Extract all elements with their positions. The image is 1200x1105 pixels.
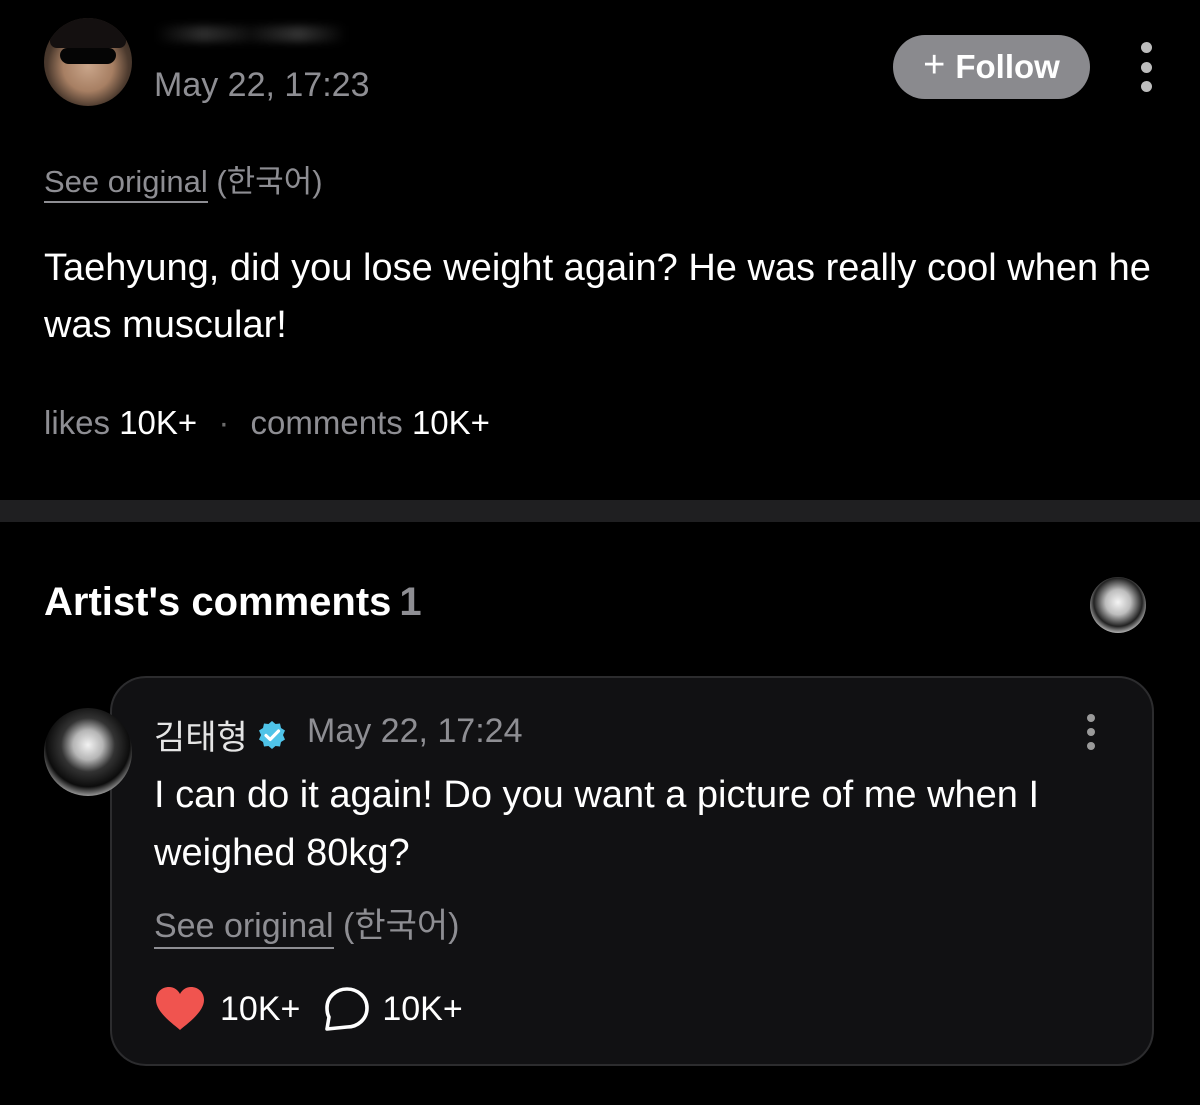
comment-author[interactable]: 김태형 <box>154 710 288 759</box>
original-language: (한국어) <box>216 164 323 199</box>
author-name-redacted <box>156 26 346 42</box>
post-more-vertical-icon[interactable] <box>1138 42 1154 92</box>
post-stats: likes 10K+ · comments 10K+ <box>44 404 490 442</box>
stats-separator: · <box>218 404 230 441</box>
plus-icon: + <box>923 43 946 86</box>
artist-comments-title: Artist's comments <box>44 580 392 624</box>
post-timestamp: May 22, 17:23 <box>154 66 370 104</box>
comment-actions: 10K+ 10K+ <box>154 986 463 1032</box>
comment-bubble-icon[interactable] <box>324 986 370 1032</box>
see-original-link[interactable]: See original <box>44 164 208 203</box>
avatar-hair <box>50 18 126 48</box>
comment-body-text: I can do it again! Do you want a picture… <box>154 774 1040 874</box>
artist-comments-count: 1 <box>399 580 422 624</box>
likes-count[interactable]: 10K+ <box>119 404 197 441</box>
comment-more-vertical-icon[interactable] <box>1084 714 1098 750</box>
comment-see-original: See original (한국어) <box>154 898 460 949</box>
follow-button[interactable]: + Follow <box>893 35 1090 99</box>
artist-comments-heading: Artist's comments 1 <box>44 580 422 625</box>
comment-like-count: 10K+ <box>220 989 301 1028</box>
follow-button-label: Follow <box>955 48 1060 85</box>
verified-badge-icon <box>258 720 285 749</box>
post-body-text: Taehyung, did you lose weight again? He … <box>44 247 1151 346</box>
see-original-link[interactable]: See original <box>154 907 334 949</box>
section-divider <box>0 500 1200 522</box>
post-author-avatar[interactable] <box>44 18 132 106</box>
avatar-sunglasses <box>60 48 116 64</box>
comment-author-avatar[interactable] <box>44 708 132 796</box>
likes-label: likes <box>44 404 111 441</box>
artist-mini-avatar[interactable] <box>1090 577 1146 633</box>
original-language: (한국어) <box>343 907 460 945</box>
post-see-original: See original (한국어) <box>44 156 323 203</box>
comment-timestamp: May 22, 17:24 <box>307 712 523 750</box>
comment-reply-count: 10K+ <box>382 989 463 1028</box>
comments-label: comments <box>250 404 403 441</box>
comment-author-name: 김태형 <box>154 719 248 757</box>
heart-icon[interactable] <box>154 986 206 1032</box>
comments-count[interactable]: 10K+ <box>412 404 490 441</box>
